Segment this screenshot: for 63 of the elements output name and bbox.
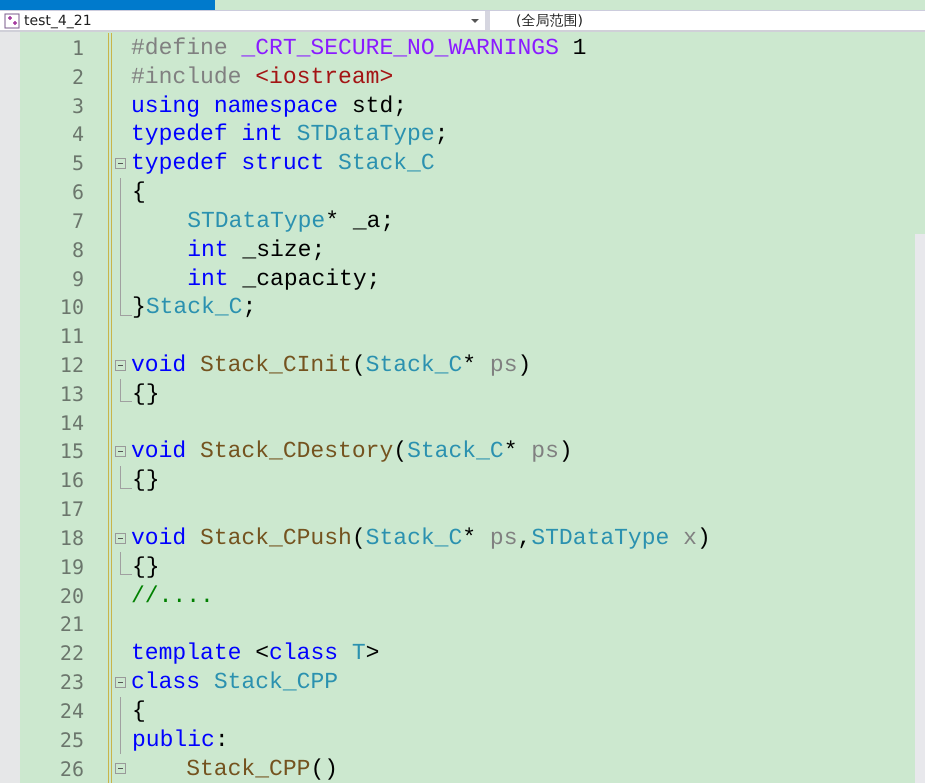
code-line: {} xyxy=(132,554,160,580)
scrollbar[interactable] xyxy=(915,234,925,783)
line-number: 12 xyxy=(58,352,84,377)
code-line: #define _CRT_SECURE_NO_WARNINGS 1 xyxy=(131,34,586,61)
fold-guide-line xyxy=(120,292,132,316)
line-number: 25 xyxy=(58,728,84,752)
fold-guide-line xyxy=(120,466,132,489)
code-line: void Stack_CPush(Stack_C* ps,STDataType x) xyxy=(131,524,711,551)
line-number: 7 xyxy=(70,208,84,233)
fold-guide-line xyxy=(120,552,132,576)
code-line: typedef int STDataType; xyxy=(131,121,448,148)
code-line: {} xyxy=(132,380,160,407)
code-line: { xyxy=(132,179,146,206)
line-number: 9 xyxy=(70,266,84,290)
project-icon xyxy=(4,12,20,29)
code-line: template <class T> xyxy=(131,640,380,666)
collapse-icon[interactable] xyxy=(115,158,126,169)
code-line: void Stack_CDestory(Stack_C* ps) xyxy=(131,438,573,464)
line-number: 4 xyxy=(70,122,84,146)
line-number: 20 xyxy=(58,584,84,608)
code-line: int _size; xyxy=(187,236,326,263)
code-line: int _capacity; xyxy=(187,266,380,292)
line-number: 24 xyxy=(58,698,84,723)
line-number: 11 xyxy=(58,324,84,348)
line-number: 6 xyxy=(70,180,84,204)
line-number: 22 xyxy=(58,641,84,666)
line-number: 2 xyxy=(70,64,84,89)
collapse-icon[interactable] xyxy=(115,532,126,544)
code-line: //.... xyxy=(131,582,214,609)
collapse-icon[interactable] xyxy=(115,763,126,774)
line-number: 5 xyxy=(70,151,84,176)
line-number: 1 xyxy=(70,36,84,60)
caret-icon xyxy=(471,18,479,23)
line-number: 17 xyxy=(58,497,84,522)
line-number: 3 xyxy=(70,94,84,118)
code-line: class Stack_CPP xyxy=(131,669,338,696)
code-line: {} xyxy=(132,467,160,494)
code-line: typedef struct Stack_C xyxy=(131,150,435,176)
line-number: 10 xyxy=(58,295,84,320)
collapse-icon[interactable] xyxy=(115,676,126,688)
line-number: 15 xyxy=(58,439,84,464)
line-number: 14 xyxy=(58,410,84,435)
code-line: #include <iostream> xyxy=(131,64,394,90)
fold-guide-line xyxy=(120,379,132,402)
line-number: 23 xyxy=(58,670,84,694)
collapse-icon[interactable] xyxy=(115,360,126,371)
code-line: public: xyxy=(132,726,229,753)
code-line: }Stack_C; xyxy=(132,294,256,320)
line-number: 13 xyxy=(58,382,84,406)
code-line: using namespace std; xyxy=(131,92,408,119)
project-name: test_4_21 xyxy=(24,12,93,29)
code-line: void Stack_CInit(Stack_C* ps) xyxy=(131,352,532,378)
line-number: 18 xyxy=(58,526,84,550)
line-number: 21 xyxy=(58,612,84,636)
code-line: { xyxy=(132,698,146,724)
code-line: Stack_CPP() xyxy=(186,756,338,782)
line-number: 19 xyxy=(58,554,84,579)
code-line: STDataType* _a; xyxy=(187,208,394,234)
collapse-icon[interactable] xyxy=(115,446,126,458)
scope-name: (全局范围) xyxy=(516,12,583,30)
line-number: 26 xyxy=(58,756,84,781)
line-number: 16 xyxy=(58,468,84,492)
line-number: 8 xyxy=(70,238,84,262)
